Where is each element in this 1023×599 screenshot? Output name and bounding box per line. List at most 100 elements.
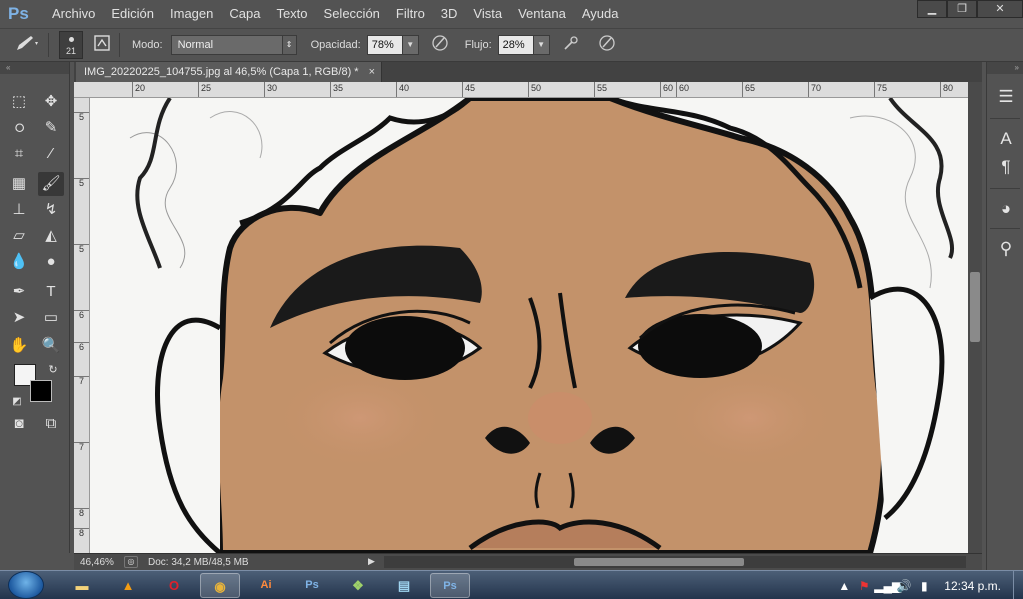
vertical-scrollbar[interactable] [968,82,982,553]
brush-dot-icon [69,37,74,42]
brush-size-picker[interactable]: 21 [59,31,83,59]
opacity-input[interactable]: 78% ▼ [366,35,419,55]
brush-tool-preset-icon[interactable] [10,33,44,57]
restore-button[interactable]: ❐ [947,0,977,18]
vertical-scrollbar-thumb[interactable] [970,272,980,342]
start-button[interactable] [8,571,44,599]
move-tool-icon[interactable]: ✥ [38,90,64,114]
mode-value: Normal [177,39,214,51]
menu-texto[interactable]: Texto [268,0,315,28]
marquee-tool-icon[interactable]: ⬚ [6,90,32,114]
eyedropper-tool-icon[interactable]: ⁄ [38,142,64,166]
menu-vista[interactable]: Vista [465,0,510,28]
separator [990,228,1020,229]
menu-ayuda[interactable]: Ayuda [574,0,627,28]
brush-panel-toggle-icon[interactable] [89,35,115,55]
window-controls: ▁ ❐ ✕ [917,0,1023,20]
type-tool-icon[interactable]: T [38,280,64,304]
menu-capa[interactable]: Capa [221,0,268,28]
quick-mask-icon[interactable]: ◙ [6,412,32,436]
ruler-label: 45 [462,82,475,97]
ruler-label: 75 [874,82,887,97]
dodge-tool-icon[interactable]: ● [38,250,64,274]
opera-taskbar-icon[interactable]: O [154,573,194,598]
menu-archivo[interactable]: Archivo [44,0,103,28]
photoshop-taskbar-icon[interactable]: Ps [292,573,332,598]
document-size: Doc: 34,2 MB/48,5 MB [148,556,249,568]
chrome-taskbar-icon[interactable]: ◉ [200,573,240,598]
tools-panel: « ⬚ ✥ ഠ ✎ ⌗ ⁄ ▦ 🖌 ⊥ ↯ ▱ ◭ 💧 ● ✒ T ➤ ▭ ✋ … [0,62,70,553]
document-canvas[interactable] [90,98,968,553]
swatches-panel-icon[interactable]: ◕ [993,196,1019,222]
layers-panel-icon[interactable]: ☰ [993,84,1019,110]
horizontal-scrollbar[interactable] [384,556,966,568]
menu-edicion[interactable]: Edición [103,0,162,28]
flow-input[interactable]: 28% ▼ [497,35,550,55]
healing-brush-tool-icon[interactable]: ▦ [6,172,32,196]
flow-value: 28% [502,39,525,51]
paint-bucket-tool-icon[interactable]: ◭ [38,224,64,248]
photoshop-active-taskbar-icon[interactable]: Ps [430,573,470,598]
character-panel-icon[interactable]: A [993,126,1019,152]
lasso-tool-icon[interactable]: ഠ [6,116,32,140]
network-icon[interactable]: ▂▄▆ [874,579,901,593]
clone-stamp-tool-icon[interactable]: ⊥ [6,198,32,222]
crop-tool-icon[interactable]: ⌗ [6,142,32,166]
menu-imagen[interactable]: Imagen [162,0,221,28]
files-taskbar-icon[interactable]: ❖ [338,573,378,598]
eraser-tool-icon[interactable]: ▱ [6,224,32,248]
separator [990,188,1020,189]
quick-selection-tool-icon[interactable]: ✎ [38,116,64,140]
battery-icon[interactable]: ▮ [914,579,934,593]
close-button[interactable]: ✕ [977,0,1023,18]
hand-tool-icon[interactable]: ✋ [6,334,32,358]
horizontal-scrollbar-thumb[interactable] [574,558,744,566]
history-brush-tool-icon[interactable]: ↯ [38,198,64,222]
tool-presets-panel-icon[interactable]: ⚲ [993,236,1019,262]
screen-mode-icon[interactable]: ⧉ [38,412,64,436]
brush-tool-icon[interactable]: 🖌 [38,172,64,196]
menu-ventana[interactable]: Ventana [510,0,574,28]
background-color-swatch[interactable] [30,380,52,402]
status-menu-arrow-icon[interactable]: ▶ [368,556,375,567]
vlc-taskbar-icon[interactable]: ▲ [108,573,148,598]
zoom-level[interactable]: 46,46% [74,557,124,568]
document-tab[interactable]: IMG_20220225_104755.jpg al 46,5% (Capa 1… [76,62,382,82]
notes-taskbar-icon[interactable]: ▤ [384,573,424,598]
clock[interactable]: 12:34 p.m. [944,579,1001,593]
path-selection-tool-icon[interactable]: ➤ [6,306,32,330]
expand-panels-icon[interactable]: » [987,62,1023,74]
menu-bar: Ps Archivo Edición Imagen Capa Texto Sel… [0,0,1023,28]
document-title: IMG_20220225_104755.jpg al 46,5% (Capa 1… [84,66,359,78]
action-center-icon[interactable]: ⚑ [854,579,874,593]
swap-colors-icon[interactable]: ↻ [40,358,66,382]
explorer-taskbar-icon[interactable]: ▬ [62,573,102,598]
volume-icon[interactable]: 🔊 [894,579,914,593]
default-colors-icon[interactable]: ◩ [4,390,30,414]
system-tray: ▲ ⚑ ▂▄▆ 🔊 ▮ 12:34 p.m. [834,571,1023,599]
show-desktop-button[interactable] [1013,571,1023,599]
rectangle-tool-icon[interactable]: ▭ [38,306,64,330]
windows-taskbar: ▬ ▲ O ◉ Ai Ps ❖ ▤ Ps ▲ ⚑ ▂▄▆ 🔊 ▮ 12:34 p… [0,570,1023,599]
pressure-opacity-icon[interactable] [425,34,455,56]
pressure-size-icon[interactable] [592,34,622,56]
collapse-arrows-icon[interactable]: « [0,62,69,74]
ruler-label: 35 [330,82,343,97]
show-hidden-icons-icon[interactable]: ▲ [834,579,854,593]
blur-tool-icon[interactable]: 💧 [6,250,32,274]
menu-3d[interactable]: 3D [433,0,466,28]
ruler-label: 60 [660,82,673,97]
menu-filtro[interactable]: Filtro [388,0,433,28]
minimize-button[interactable]: ▁ [917,0,947,18]
mode-select[interactable]: Normal ⇕ [170,35,297,55]
paragraph-panel-icon[interactable]: ¶ [993,154,1019,180]
airbrush-icon[interactable] [556,34,586,56]
chevron-down-icon[interactable]: ▼ [401,35,419,55]
pen-tool-icon[interactable]: ✒ [6,280,32,304]
illustrator-taskbar-icon[interactable]: Ai [246,573,286,598]
status-options-icon[interactable]: ◎ [124,556,138,568]
menu-seleccion[interactable]: Selección [316,0,388,28]
close-tab-icon[interactable]: × [369,62,375,82]
chevron-down-icon[interactable]: ▼ [532,35,550,55]
zoom-tool-icon[interactable]: 🔍 [38,334,64,358]
